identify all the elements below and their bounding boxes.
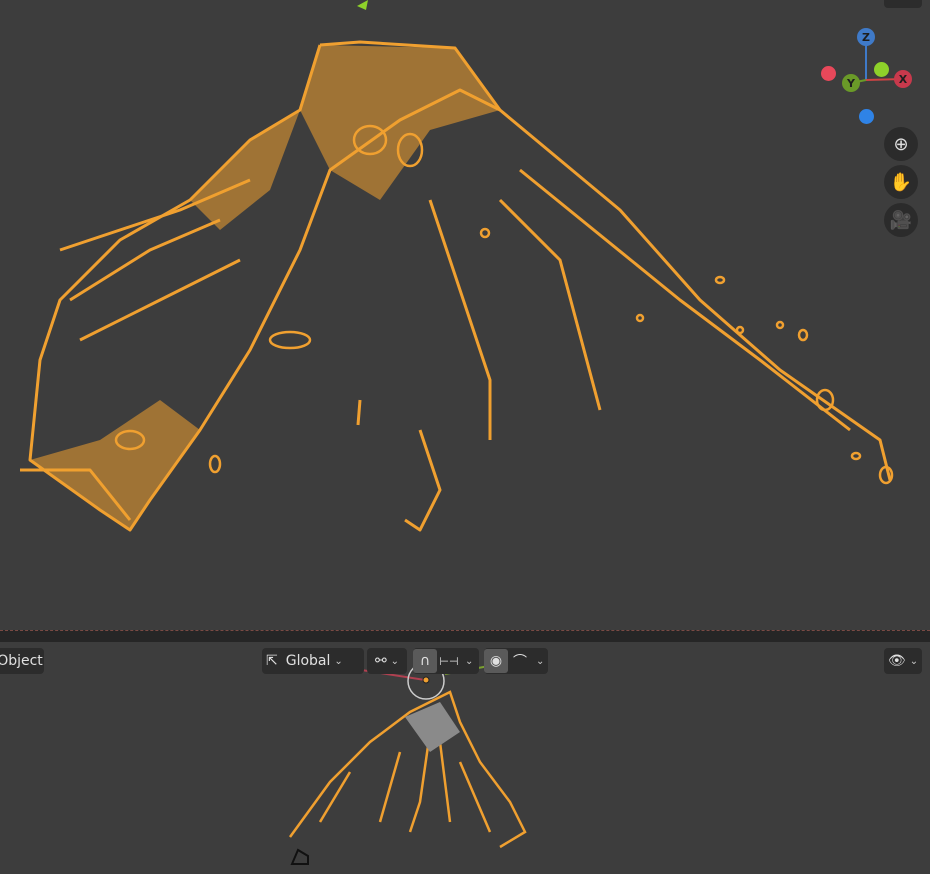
chevron-down-icon: ⌄ (909, 655, 919, 667)
proportional-edit-icon[interactable]: ◉ (484, 649, 508, 673)
mode-selector[interactable]: Object (0, 648, 44, 674)
mode-label: Object (0, 653, 43, 669)
gizmo-neg-x-axis[interactable] (821, 66, 836, 81)
gizmo-z-axis[interactable]: Z (857, 28, 875, 46)
viewport-top[interactable]: Z X Y ⊕ ✋ 🎥 (0, 0, 930, 630)
camera-icon[interactable]: 🎥 (884, 203, 918, 237)
gizmo-neg-z-axis[interactable] (859, 109, 874, 124)
pivot-link-icon: ⚯ (374, 653, 387, 669)
snapping-group[interactable]: ∩ ⊢⊣ ⌄ (413, 648, 479, 674)
gizmo-y-axis[interactable]: Y (842, 74, 860, 92)
chevron-down-icon: ⌄ (536, 655, 545, 667)
proportional-editing-group[interactable]: ◉ ⌒ ⌄ (484, 648, 548, 674)
zoom-icon[interactable]: ⊕ (884, 127, 918, 161)
chevron-down-icon: ⌄ (465, 655, 474, 667)
transform-orientation-dropdown[interactable]: ⇱ Global ⌄ (262, 648, 364, 674)
orientation-axes-icon: ⇱ (266, 653, 278, 669)
gizmo-neg-y-axis[interactable] (874, 62, 889, 77)
snap-magnet-icon[interactable]: ∩ (413, 649, 437, 673)
chevron-down-icon: ⌄ (390, 655, 400, 667)
viewport-bottom[interactable] (0, 642, 930, 874)
eye-icon: 👁 (887, 653, 906, 669)
pan-hand-icon[interactable]: ✋ (884, 165, 918, 199)
gizmo-x-axis[interactable]: X (894, 70, 912, 88)
orientation-label: Global (285, 653, 331, 669)
visibility-dropdown[interactable]: 👁 ⌄ (884, 648, 922, 674)
fluid-mesh-bottom (288, 662, 527, 865)
fluid-mesh-top (20, 0, 894, 532)
falloff-curve-icon[interactable]: ⌒ (508, 649, 532, 673)
chevron-down-icon: ⌄ (334, 655, 343, 667)
pivot-point-dropdown[interactable]: ⚯ ⌄ (367, 648, 407, 674)
snap-increment-icon[interactable]: ⊢⊣ (437, 649, 461, 673)
overlay-dropdown-top[interactable] (884, 0, 922, 8)
